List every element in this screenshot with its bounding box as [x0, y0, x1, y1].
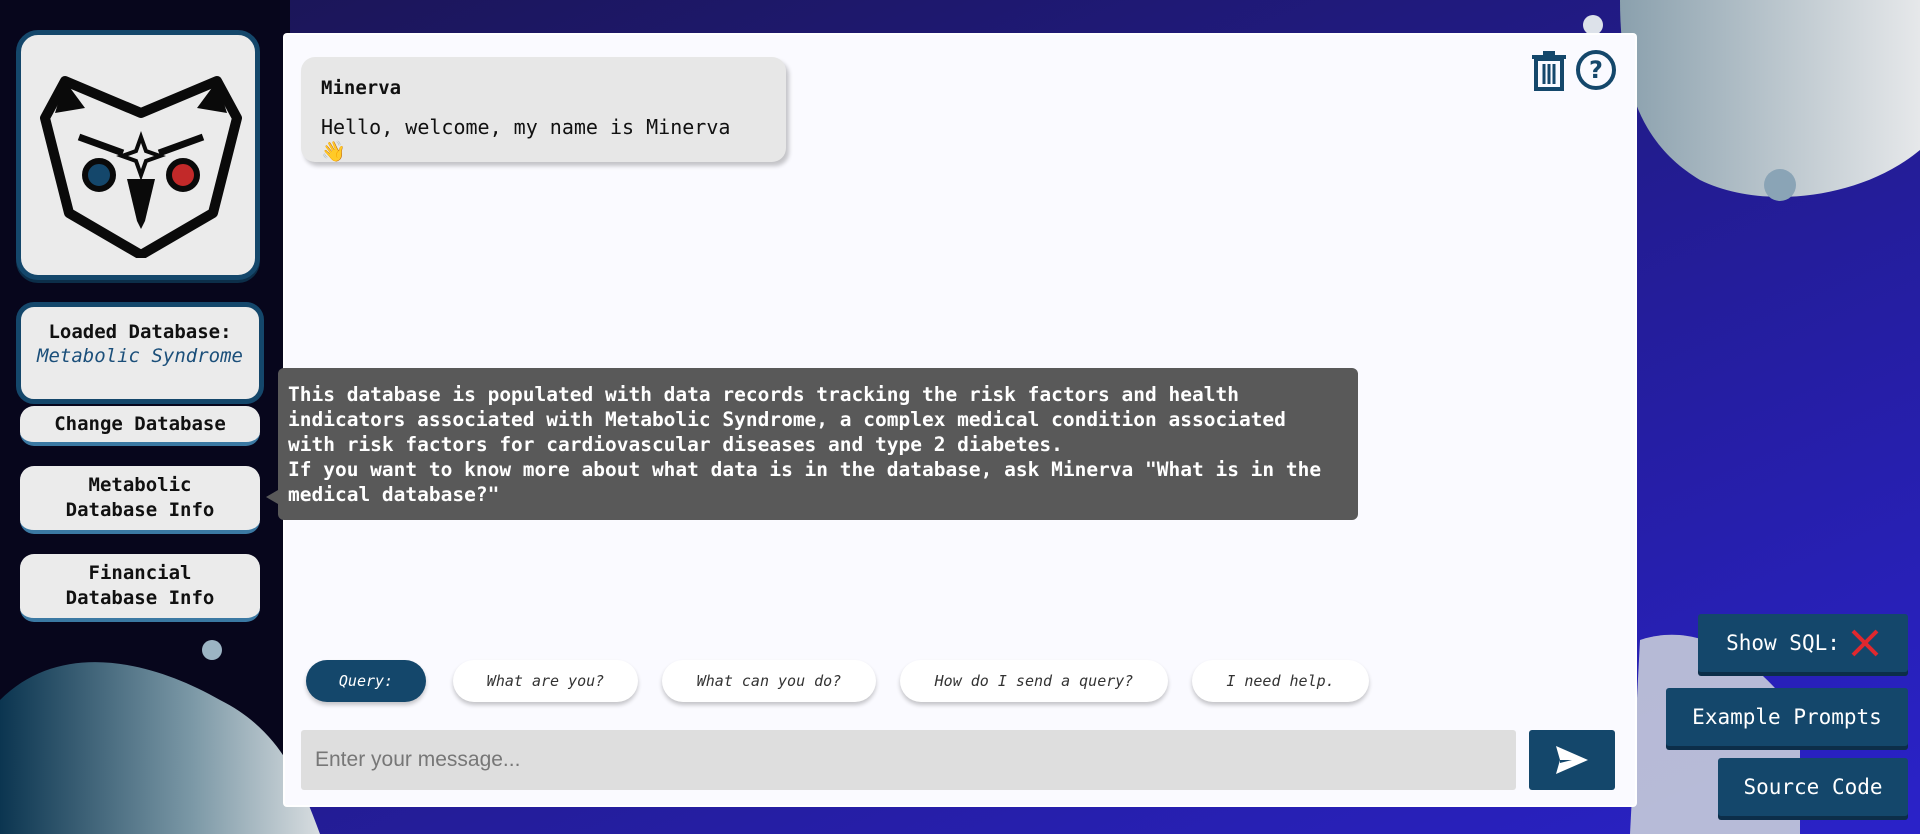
- chip-need-help[interactable]: I need help.: [1192, 660, 1369, 702]
- chat-message: Minerva Hello, welcome, my name is Miner…: [301, 57, 786, 163]
- example-prompts-button[interactable]: Example Prompts: [1666, 688, 1908, 746]
- show-sql-label: Show SQL:: [1726, 631, 1840, 655]
- loaded-database-card: Loaded Database: Metabolic Syndrome: [16, 302, 264, 404]
- x-mark-icon: [1851, 629, 1879, 657]
- chip-what-are-you[interactable]: What are you?: [453, 660, 638, 702]
- financial-database-info-button[interactable]: Financial Database Info: [20, 554, 260, 622]
- loaded-database-value: Metabolic Syndrome: [37, 345, 243, 367]
- query-chip[interactable]: Query:: [306, 660, 426, 702]
- message-text: Hello, welcome, my name is Minerva 👋: [321, 115, 731, 163]
- loaded-database-label: Loaded Database:: [48, 321, 232, 343]
- chat-toolbar: ?: [1531, 49, 1617, 91]
- owl-logo-icon: [40, 76, 242, 258]
- send-button[interactable]: [1529, 730, 1615, 790]
- change-database-button[interactable]: Change Database: [20, 406, 260, 446]
- financial-database-info-label: Financial Database Info: [65, 562, 215, 609]
- message-input-row: [301, 730, 1621, 792]
- chip-what-can-you-do[interactable]: What can you do?: [662, 660, 876, 702]
- metabolic-database-info-label: Metabolic Database Info: [65, 474, 215, 521]
- chip-send-query[interactable]: How do I send a query?: [900, 660, 1168, 702]
- message-input[interactable]: [301, 730, 1516, 790]
- message-author: Minerva: [321, 77, 402, 99]
- metabolic-database-info-button[interactable]: Metabolic Database Info: [20, 466, 260, 534]
- trash-icon[interactable]: [1531, 49, 1567, 91]
- logo-card: [16, 30, 260, 280]
- svg-text:?: ?: [1589, 56, 1603, 84]
- show-sql-button[interactable]: Show SQL:: [1698, 614, 1908, 672]
- send-icon: [1556, 746, 1588, 774]
- database-info-tooltip: This database is populated with data rec…: [266, 368, 1358, 520]
- source-code-button[interactable]: Source Code: [1718, 758, 1908, 816]
- help-icon[interactable]: ?: [1575, 49, 1617, 91]
